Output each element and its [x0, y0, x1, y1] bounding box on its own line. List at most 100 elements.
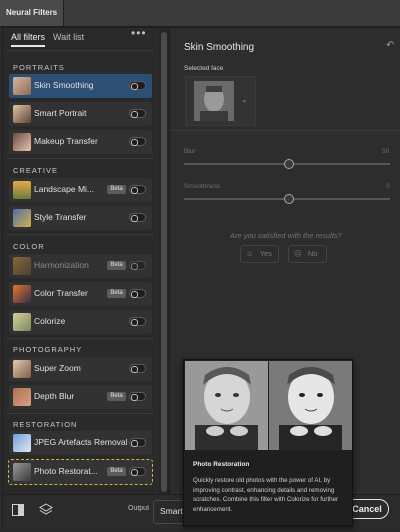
filter-item-colorize[interactable]: Colorize: [9, 310, 152, 334]
blur-label: Blur: [184, 148, 196, 155]
photo-restoration-thumbnail-icon: [13, 463, 31, 481]
toggle-switch[interactable]: [129, 109, 146, 118]
toggle-switch[interactable]: [129, 289, 146, 298]
blur-slider[interactable]: [184, 159, 390, 169]
window-tab[interactable]: Neural Filters: [0, 0, 65, 26]
chevron-down-icon: ⌄: [241, 95, 248, 104]
thumbs-up-icon: ☺: [246, 249, 254, 258]
filter-list-panel: All filters Wait list ••• PORTRAITS Skin…: [3, 26, 156, 528]
filter-label: Depth Blur: [34, 391, 75, 401]
beta-badge: Beta: [107, 392, 126, 401]
filter-label: Smart Portrait: [34, 108, 87, 118]
filter-label: Skin Smoothing: [34, 80, 94, 90]
face-selector[interactable]: ⌄: [185, 76, 256, 126]
toggle-switch[interactable]: [129, 317, 146, 326]
divider: [7, 338, 153, 339]
divider: [170, 130, 400, 131]
selected-face-label: Selected face: [184, 65, 224, 72]
no-button[interactable]: ☹ No: [288, 245, 327, 263]
beta-badge: Beta: [107, 261, 126, 270]
filter-info-popup: Photo Restoration Quickly restore old ph…: [183, 359, 353, 526]
scrollbar-thumb[interactable]: [161, 32, 167, 492]
toggle-switch[interactable]: [129, 185, 146, 194]
category-creative: CREATIVE: [13, 166, 58, 175]
toggle-switch[interactable]: [129, 81, 146, 90]
category-restoration: RESTORATION: [13, 420, 78, 429]
smoothness-value: 0: [386, 183, 390, 190]
filter-item-style-transfer[interactable]: Style Transfer: [9, 206, 152, 230]
show-preview-icon[interactable]: [11, 503, 25, 517]
blur-value: 50: [382, 148, 390, 155]
filter-label: Harmonization: [34, 260, 89, 270]
filter-item-jpeg-artefacts-removal[interactable]: JPEG Artefacts Removal: [9, 431, 152, 455]
blur-slider-handle[interactable]: [284, 159, 294, 169]
filter-item-harmonization[interactable]: Harmonization Beta: [9, 254, 152, 278]
output-label: Output: [128, 505, 150, 512]
before-photo: [185, 361, 268, 450]
more-options-icon[interactable]: •••: [131, 26, 147, 40]
color-transfer-thumbnail-icon: [13, 285, 31, 303]
toggle-switch[interactable]: [129, 392, 146, 401]
filter-item-landscape-mixer[interactable]: Landscape Mi... Beta: [9, 178, 152, 202]
divider: [7, 158, 153, 159]
thumbs-down-icon: ☹: [294, 249, 302, 258]
scrollbar[interactable]: [159, 28, 169, 528]
skin-smoothing-thumbnail-icon: [13, 77, 31, 95]
filter-item-smart-portrait[interactable]: Smart Portrait: [9, 102, 152, 126]
smoothness-label: Smoothness: [184, 183, 221, 190]
filter-item-color-transfer[interactable]: Color Transfer Beta: [9, 282, 152, 306]
popup-description: Quickly restore old photos with the powe…: [193, 477, 339, 513]
depth-blur-thumbnail-icon: [13, 388, 31, 406]
filter-item-skin-smoothing[interactable]: Skin Smoothing: [9, 74, 152, 98]
colorize-thumbnail-icon: [13, 313, 31, 331]
filter-label: Color Transfer: [34, 288, 88, 298]
no-label: No: [307, 249, 318, 258]
category-portraits: PORTRAITS: [13, 63, 65, 72]
category-photography: PHOTOGRAPHY: [13, 345, 83, 354]
toggle-switch[interactable]: [129, 261, 146, 270]
filter-label: Colorize: [34, 316, 66, 326]
feedback-question: Are you satisfied with the results?: [230, 231, 342, 240]
divider: [7, 413, 153, 414]
toggle-switch[interactable]: [129, 364, 146, 373]
filter-tabs: All filters Wait list •••: [3, 26, 156, 50]
filter-label: Photo Restorat...: [34, 466, 98, 476]
filter-label: JPEG Artefacts Removal: [34, 437, 128, 447]
filter-item-depth-blur[interactable]: Depth Blur Beta: [9, 385, 152, 409]
toggle-switch[interactable]: [129, 467, 146, 476]
style-transfer-thumbnail-icon: [13, 209, 31, 227]
filter-item-super-zoom[interactable]: Super Zoom: [9, 357, 152, 381]
layers-icon[interactable]: [39, 503, 53, 517]
after-photo: [269, 361, 352, 450]
makeup-transfer-thumbnail-icon: [13, 133, 31, 151]
filter-label: Makeup Transfer: [34, 136, 98, 146]
divider: [7, 50, 153, 51]
filter-item-photo-restoration[interactable]: Photo Restorat... Beta: [8, 459, 153, 485]
divider: [7, 234, 153, 235]
smart-portrait-thumbnail-icon: [13, 105, 31, 123]
filter-item-makeup-transfer[interactable]: Makeup Transfer: [9, 130, 152, 154]
filter-label: Style Transfer: [34, 212, 87, 222]
tab-all-filters[interactable]: All filters: [11, 32, 46, 47]
beta-badge: Beta: [107, 185, 126, 194]
filter-label: Landscape Mi...: [34, 184, 95, 194]
panel-title: Skin Smoothing: [184, 42, 255, 53]
beta-badge: Beta: [107, 289, 126, 298]
toggle-switch[interactable]: [129, 137, 146, 146]
face-thumbnail: [194, 81, 234, 121]
super-zoom-thumbnail-icon: [13, 360, 31, 378]
smoothness-slider-handle[interactable]: [284, 194, 294, 204]
tab-wait-list[interactable]: Wait list: [53, 32, 84, 42]
reset-icon[interactable]: ↶: [386, 40, 394, 51]
yes-label: Yes: [259, 249, 273, 258]
category-color: COLOR: [13, 242, 45, 251]
filter-label: Super Zoom: [34, 363, 81, 373]
toggle-switch[interactable]: [129, 438, 146, 447]
yes-button[interactable]: ☺ Yes: [240, 245, 279, 263]
toggle-switch[interactable]: [129, 213, 146, 222]
jpeg-artefacts-thumbnail-icon: [13, 434, 31, 452]
harmonization-thumbnail-icon: [13, 257, 31, 275]
output-select-value: Smart: [160, 506, 183, 516]
beta-badge: Beta: [107, 467, 126, 476]
smoothness-slider[interactable]: [184, 194, 390, 204]
